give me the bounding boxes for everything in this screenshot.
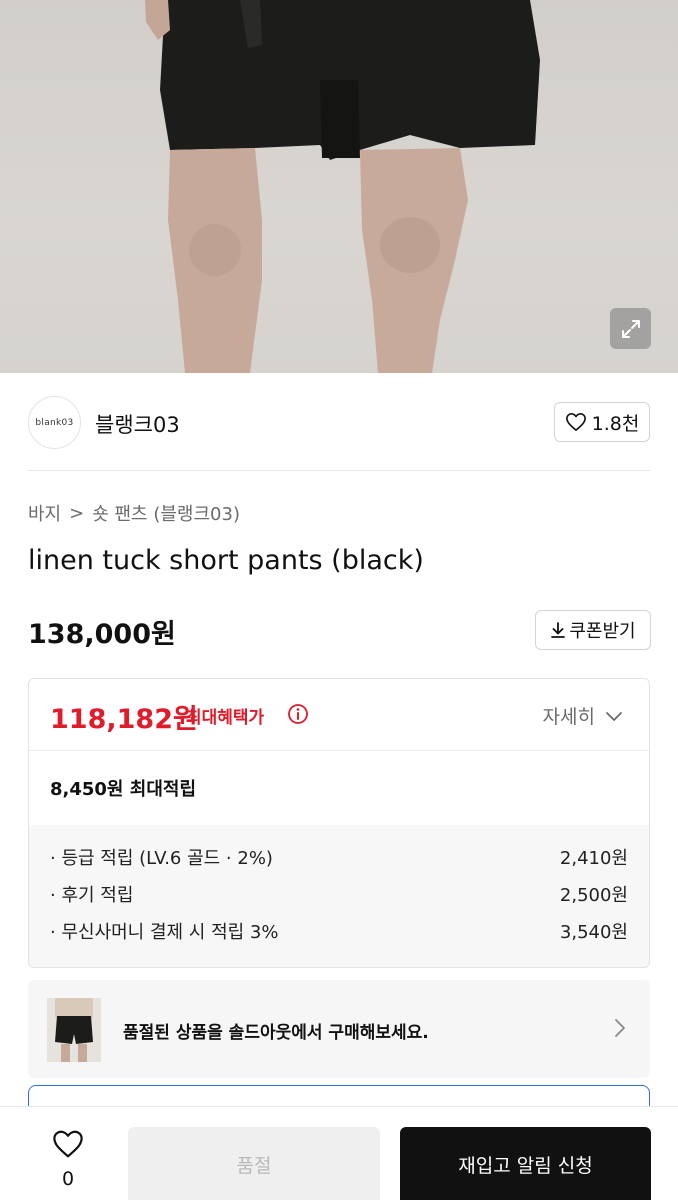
point-line: · 후기 적립 2,500원 bbox=[50, 882, 628, 919]
wish-count: 0 bbox=[61, 1168, 75, 1190]
like-count: 1.8천 bbox=[591, 412, 640, 435]
brand-logo[interactable]: blank03 bbox=[28, 396, 81, 449]
point-line: · 등급 적립 (LV.6 골드 · 2%) 2,410원 bbox=[50, 845, 628, 882]
point-line-label: · 후기 적립 bbox=[50, 885, 134, 906]
max-benefit-price: 118,182원 bbox=[50, 704, 198, 735]
max-benefit-label: 최대혜택가 bbox=[186, 708, 265, 728]
point-line-value: 3,540원 bbox=[559, 922, 628, 943]
brand-name[interactable]: 블랭크03 bbox=[95, 409, 180, 439]
point-line-label: · 무신사머니 결제 시 적립 3% bbox=[50, 922, 279, 943]
info-circle-icon[interactable] bbox=[287, 703, 309, 725]
point-line-value: 2,500원 bbox=[559, 885, 628, 906]
product-image[interactable] bbox=[0, 0, 678, 373]
points-breakdown: · 등급 적립 (LV.6 골드 · 2%) 2,410원 · 후기 적립 2,… bbox=[29, 825, 649, 967]
point-line: · 무신사머니 결제 시 적립 3% 3,540원 bbox=[50, 919, 628, 956]
chevron-down-icon bbox=[606, 711, 622, 721]
bottom-action-bar: 0 품절 재입고 알림 신청 bbox=[0, 1106, 678, 1200]
chevron-right-icon bbox=[615, 1019, 625, 1037]
points-total: 8,450원 최대적립 bbox=[50, 779, 197, 800]
restock-alert-button[interactable]: 재입고 알림 신청 bbox=[400, 1127, 651, 1200]
product-title: linen tuck short pants (black) bbox=[28, 545, 424, 576]
product-photo bbox=[145, 0, 540, 373]
point-line-label: · 등급 적립 (LV.6 골드 · 2%) bbox=[50, 848, 273, 869]
benefit-card: 118,182원 최대혜택가 자세히 8,450원 최대적립 · 등급 적립 (… bbox=[28, 678, 650, 968]
breadcrumb-separator: > bbox=[69, 502, 85, 524]
breadcrumb-subcategory[interactable]: 숏 팬츠 (블랭크03) bbox=[92, 500, 240, 526]
brand-row: blank03 블랭크03 1.8천 bbox=[28, 396, 650, 451]
coupon-button[interactable]: 쿠폰받기 bbox=[535, 610, 651, 650]
wish-button[interactable]: 0 bbox=[48, 1129, 88, 1190]
expand-arrows-icon bbox=[621, 319, 640, 338]
divider bbox=[28, 470, 650, 471]
breadcrumb: 바지 > 숏 팬츠 (블랭크03) bbox=[28, 500, 240, 526]
soldout-thumbnail bbox=[47, 998, 101, 1062]
soldout-button[interactable]: 품절 bbox=[128, 1127, 380, 1200]
brand-like-button[interactable]: 1.8천 bbox=[554, 402, 650, 442]
expand-button[interactable] bbox=[610, 308, 651, 349]
coupon-label: 쿠폰받기 bbox=[569, 621, 636, 642]
product-price: 138,000원 bbox=[28, 619, 176, 650]
brand-logo-text: blank03 bbox=[35, 417, 74, 428]
detail-toggle[interactable]: 자세히 bbox=[543, 702, 623, 729]
breadcrumb-category[interactable]: 바지 bbox=[28, 500, 61, 526]
soldout-banner[interactable]: 품절된 상품을 솔드아웃에서 구매해보세요. bbox=[28, 980, 650, 1078]
point-line-value: 2,410원 bbox=[559, 848, 628, 869]
heart-outline-icon bbox=[53, 1130, 83, 1158]
benefit-header[interactable]: 118,182원 최대혜택가 자세히 bbox=[29, 679, 649, 751]
soldout-text: 품절된 상품을 솔드아웃에서 구매해보세요. bbox=[123, 1023, 429, 1043]
download-arrow-icon bbox=[551, 622, 566, 638]
heart-outline-icon bbox=[565, 413, 586, 431]
detail-label: 자세히 bbox=[542, 706, 595, 728]
